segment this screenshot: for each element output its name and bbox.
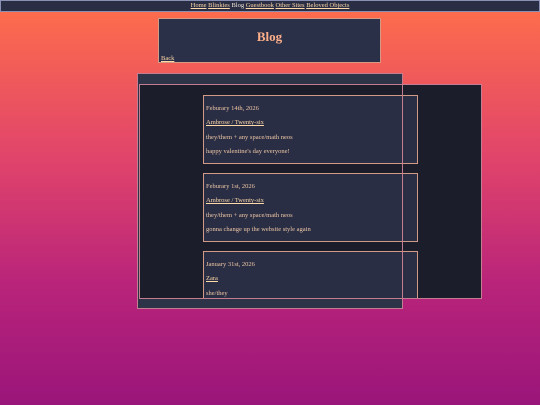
post-body: gonna change up the website style again [206, 226, 311, 233]
post-author-link[interactable]: Ambrose / Twenty-six [206, 119, 264, 126]
post-pronouns: they/them + any space/math neos [206, 134, 293, 141]
post-author-link[interactable]: Ambrose / Twenty-six [206, 197, 264, 204]
blog-post: January 31st, 2026 Zara she/they [203, 251, 418, 298]
back-link[interactable]: Back [161, 55, 174, 62]
nav-link-other-sites[interactable]: Other Sites [276, 2, 305, 9]
nav-link-guestbook[interactable]: Guestbook [246, 2, 274, 9]
post-date: Feburary 14th, 2026 [206, 105, 259, 112]
blog-post: Feburary 1st, 2026 Ambrose / Twenty-six … [203, 173, 418, 242]
post-date: January 31st, 2026 [206, 261, 255, 268]
post-pronouns: they/them + any space/math neos [206, 212, 293, 219]
post-body: happy valentine's day everyone! [206, 148, 290, 155]
top-navigation: Home Blinkies Blog Guestbook Other Sites… [0, 0, 540, 12]
blog-header: Blog Back [158, 18, 381, 63]
blog-posts-scroll-area[interactable]: Feburary 14th, 2026 Ambrose / Twenty-six… [139, 84, 482, 299]
post-author-link[interactable]: Zara [206, 275, 218, 282]
post-date: Feburary 1st, 2026 [206, 183, 255, 190]
page-title: Blog [256, 29, 283, 44]
nav-link-blinkies[interactable]: Blinkies [208, 2, 230, 9]
nav-link-home[interactable]: Home [191, 2, 207, 9]
blog-post: Feburary 14th, 2026 Ambrose / Twenty-six… [203, 95, 418, 164]
nav-item-blog-current: Blog [231, 2, 245, 9]
post-pronouns: she/they [206, 290, 228, 297]
nav-link-beloved-objects[interactable]: Beloved Objects [306, 2, 349, 9]
